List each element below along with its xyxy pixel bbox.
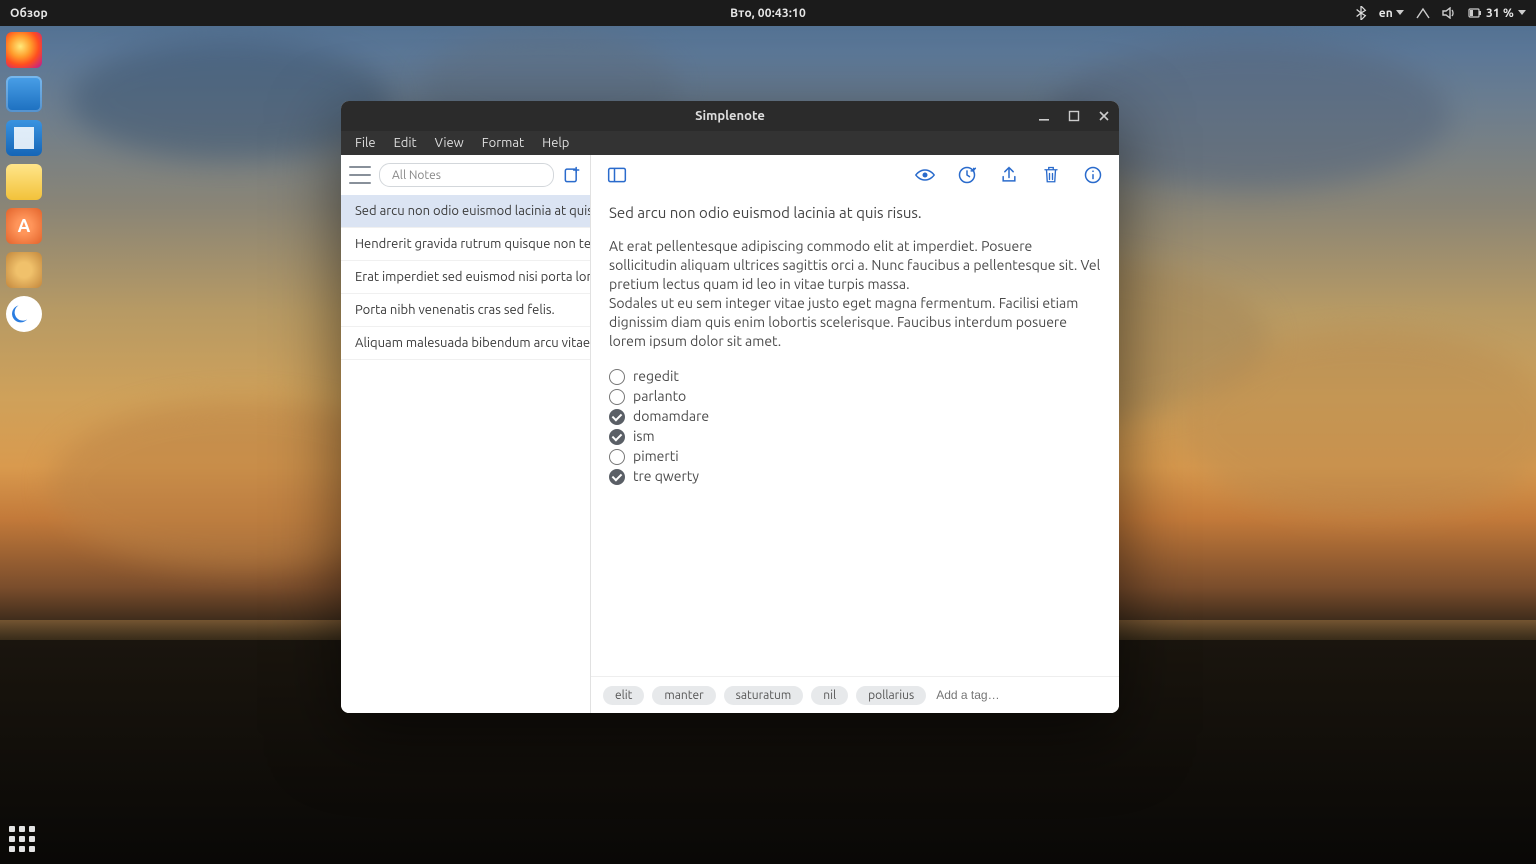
menu-help[interactable]: Help (534, 133, 577, 153)
dock (0, 26, 48, 864)
window-maximize-button[interactable] (1059, 101, 1089, 131)
input-language-indicator[interactable]: en (1379, 7, 1404, 20)
note-content-area[interactable]: Sed arcu non odio euismod lacinia at qui… (591, 195, 1119, 676)
note-row[interactable]: Sed arcu non odio euismod lacinia at qui… (341, 195, 590, 228)
dock-software-center-icon[interactable] (6, 208, 42, 244)
window-close-button[interactable] (1089, 101, 1119, 131)
tag-chip[interactable]: elit (603, 686, 644, 705)
menu-toggle-icon[interactable] (349, 166, 371, 184)
dock-notes-icon[interactable] (6, 164, 42, 200)
checkbox-icon[interactable] (609, 449, 625, 465)
checklist-item[interactable]: parlanto (609, 387, 1101, 407)
titlebar[interactable]: Simplenote (341, 101, 1119, 131)
simplenote-window: Simplenote File Edit View Format Help Al… (341, 101, 1119, 713)
menu-edit[interactable]: Edit (386, 133, 425, 153)
preview-icon[interactable] (915, 165, 935, 185)
checkbox-icon[interactable] (609, 369, 625, 385)
tag-chip[interactable]: nil (811, 686, 848, 705)
checkbox-icon[interactable] (609, 389, 625, 405)
note-list: Sed arcu non odio euismod lacinia at qui… (341, 195, 590, 713)
history-icon[interactable] (957, 165, 977, 185)
search-input[interactable]: All Notes (379, 163, 554, 187)
checkbox-icon[interactable] (609, 409, 625, 425)
checklist-item[interactable]: tre qwerty (609, 467, 1101, 487)
note-row[interactable]: Aliquam malesuada bibendum arcu vitae el… (341, 327, 590, 360)
window-title: Simplenote (695, 109, 765, 123)
note-title[interactable]: Sed arcu non odio euismod lacinia at qui… (609, 203, 1101, 223)
checklist-item[interactable]: regedit (609, 367, 1101, 387)
checkbox-icon[interactable] (609, 469, 625, 485)
checklist-item[interactable]: ism (609, 427, 1101, 447)
dock-libreoffice-writer-icon[interactable] (6, 120, 42, 156)
window-minimize-button[interactable] (1029, 101, 1059, 131)
show-applications-button[interactable] (9, 826, 37, 854)
note-editor-panel: Sed arcu non odio euismod lacinia at qui… (591, 155, 1119, 713)
trash-icon[interactable] (1041, 165, 1061, 185)
tag-bar: elit manter saturatum nil pollarius (591, 676, 1119, 713)
tag-chip[interactable]: manter (652, 686, 715, 705)
gnome-top-bar: Обзор Вто, 00:43:10 en 31 % (0, 0, 1536, 26)
checklist: regedit parlanto domamdare ism pimerti t… (609, 367, 1101, 487)
note-body[interactable]: At erat pellentesque adipiscing commodo … (609, 237, 1101, 350)
battery-indicator[interactable]: 31 % (1468, 7, 1526, 20)
menu-format[interactable]: Format (474, 133, 532, 153)
dock-simplenote-icon[interactable] (6, 296, 42, 332)
dock-files-icon[interactable] (6, 76, 42, 112)
new-note-button[interactable] (562, 165, 582, 185)
dock-update-manager-icon[interactable] (6, 252, 42, 288)
note-row[interactable]: Hendrerit gravida rutrum quisque non tel… (341, 228, 590, 261)
checklist-item[interactable]: pimerti (609, 447, 1101, 467)
notes-sidebar: All Notes Sed arcu non odio euismod laci… (341, 155, 591, 713)
clock[interactable]: Вто, 00:43:10 (730, 7, 806, 20)
info-icon[interactable] (1083, 165, 1103, 185)
menu-view[interactable]: View (427, 133, 472, 153)
activities-button[interactable]: Обзор (10, 7, 48, 20)
dock-firefox-icon[interactable] (6, 32, 42, 68)
tag-chip[interactable]: saturatum (724, 686, 804, 705)
bluetooth-icon[interactable] (1355, 6, 1367, 20)
checklist-item[interactable]: domamdare (609, 407, 1101, 427)
menubar: File Edit View Format Help (341, 131, 1119, 155)
toggle-sidebar-icon[interactable] (607, 165, 627, 185)
note-row[interactable]: Erat imperdiet sed euismod nisi porta lo… (341, 261, 590, 294)
network-icon[interactable] (1416, 7, 1430, 19)
checkbox-icon[interactable] (609, 429, 625, 445)
menu-file[interactable]: File (347, 133, 384, 153)
volume-icon[interactable] (1442, 7, 1456, 19)
share-icon[interactable] (999, 165, 1019, 185)
tag-chip[interactable]: pollarius (856, 686, 926, 705)
tag-input[interactable] (934, 687, 1093, 703)
note-row[interactable]: Porta nibh venenatis cras sed felis. (341, 294, 590, 327)
